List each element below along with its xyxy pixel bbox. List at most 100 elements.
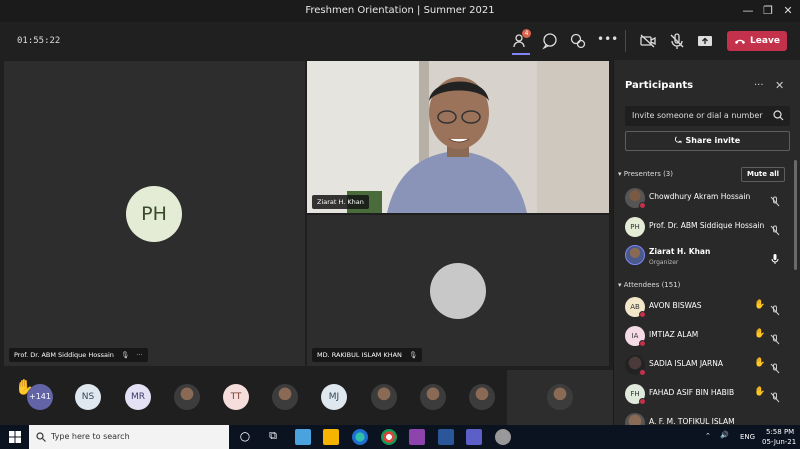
strip-avatar-photo[interactable] [174, 384, 200, 410]
participant-avatar [625, 245, 645, 265]
volume-icon[interactable]: 🔊 [720, 431, 729, 439]
meeting-toolbar: 01:55:22 4 ••• Leave [0, 22, 800, 60]
participants-button[interactable]: 4 [512, 29, 531, 50]
participant-row[interactable]: FH FAHAD ASIF BIN HABIB ✋ [614, 381, 800, 407]
attendees-header[interactable]: ▾ Attendees (151) [618, 281, 680, 289]
participant-tile[interactable]: PH Prof. Dr. ABM Siddique Hossain 🎙 ··· [4, 61, 305, 366]
mic-off-icon [770, 192, 780, 211]
strip-avatar-photo[interactable] [420, 384, 446, 410]
word-app-icon[interactable] [438, 429, 454, 445]
attendees-header-label: Attendees (151) [623, 281, 681, 289]
tile-name-label: Ziarat H. Khan [312, 195, 369, 209]
share-screen-button[interactable] [696, 32, 714, 50]
share-invite-label: Share invite [685, 136, 741, 145]
search-icon [36, 432, 46, 442]
strip-avatar-photo[interactable] [469, 384, 495, 410]
self-avatar-photo[interactable] [547, 384, 573, 410]
status-dot [639, 369, 646, 376]
participant-row[interactable]: SADIA ISLAM JARNA ✋ [614, 352, 800, 378]
avatar: PH [126, 186, 182, 242]
status-dot [639, 340, 646, 347]
clock-time[interactable]: 5:58 PM [766, 428, 794, 436]
invite-search-input[interactable]: Invite someone or dial a number [625, 106, 790, 126]
participant-avatar [625, 413, 645, 425]
network-icon[interactable]: ⌃ [705, 432, 711, 440]
participant-name: Chowdhury Akram Hossain [649, 192, 751, 201]
share-icon: ⤿ [674, 136, 682, 145]
chrome-browser-icon[interactable] [381, 429, 397, 445]
mic-off-icon [770, 301, 780, 320]
chat-button[interactable] [541, 32, 559, 50]
teams-app-icon[interactable] [466, 429, 482, 445]
participant-name: Ziarat H. Khan [649, 247, 711, 256]
taskbar-search-input[interactable]: Type here to search [29, 425, 229, 449]
app-icon[interactable] [495, 429, 511, 445]
invite-search-placeholder: Invite someone or dial a number [632, 111, 763, 120]
cortana-icon[interactable]: ○ [237, 429, 253, 445]
presenters-header[interactable]: ▾ Presenters (3) [618, 170, 673, 178]
participant-row[interactable]: PH Prof. Dr. ABM Siddique Hossain [614, 214, 800, 240]
tile-name: Prof. Dr. ABM Siddique Hossain [14, 351, 114, 359]
mute-all-button[interactable]: Mute all [741, 167, 785, 182]
strip-avatar[interactable]: TT [223, 384, 249, 410]
share-invite-button[interactable]: ⤿ Share invite [625, 131, 790, 151]
clock-date[interactable]: 05-Jun-21 [762, 438, 796, 446]
panel-scrollbar[interactable] [794, 160, 797, 270]
window-title: Freshmen Orientation | Summer 2021 [305, 5, 495, 16]
meeting-timer: 01:55:22 [17, 36, 61, 46]
raised-hand-icon: ✋ [754, 329, 766, 339]
camera-toggle-button[interactable] [639, 32, 657, 50]
mic-off-icon: 🎙 [120, 351, 130, 359]
close-icon[interactable]: ✕ [775, 79, 784, 92]
participants-panel: Participants ··· ✕ Invite someone or dia… [613, 60, 800, 425]
status-dot [639, 398, 646, 405]
reactions-button[interactable] [569, 32, 587, 50]
close-button[interactable]: ✕ [776, 3, 800, 19]
participant-row[interactable]: AB AVON BISWAS ✋ [614, 294, 800, 320]
edge-browser-icon[interactable] [352, 429, 368, 445]
phone-hangup-icon [735, 39, 746, 44]
strip-avatar[interactable]: MJ [321, 384, 347, 410]
start-button[interactable] [7, 429, 23, 445]
participant-row[interactable]: IA IMTIAZ ALAM ✋ [614, 323, 800, 349]
strip-avatar-photo[interactable] [272, 384, 298, 410]
participant-tile[interactable]: MD. RAKIBUL ISLAM KHAN 🎙 [307, 215, 609, 366]
strip-avatar-photo[interactable] [371, 384, 397, 410]
search-icon [773, 110, 784, 121]
strip-avatar[interactable]: MR [125, 384, 151, 410]
video-feed [307, 61, 609, 213]
active-indicator [512, 53, 530, 55]
more-participants-button[interactable]: +141 [27, 384, 53, 410]
status-dot [639, 311, 646, 318]
windows-taskbar: Type here to search ○ ⧉ ⌃ 🔊 ENG 5:58 PM … [0, 425, 800, 449]
file-explorer-icon[interactable] [323, 429, 339, 445]
language-indicator[interactable]: ENG [740, 433, 755, 441]
tile-name: Ziarat H. Khan [317, 198, 364, 206]
mic-off-icon [770, 359, 780, 378]
leave-button[interactable]: Leave [727, 31, 787, 51]
app-icon[interactable] [409, 429, 425, 445]
task-view-icon[interactable]: ⧉ [265, 429, 281, 445]
more-actions-button[interactable]: ••• [597, 32, 618, 50]
participant-row[interactable]: Ziarat H. Khan Organizer [614, 242, 800, 272]
participant-avatar: PH [625, 217, 645, 237]
participant-name: Prof. Dr. ABM Siddique Hossain [649, 221, 765, 230]
window-titlebar: Freshmen Orientation | Summer 2021 — ❐ ✕ [0, 0, 800, 22]
mic-off-icon: 🎙 [409, 351, 418, 359]
taskbar-search-placeholder: Type here to search [51, 432, 130, 441]
panel-more-button[interactable]: ··· [754, 80, 764, 91]
mic-toggle-button[interactable] [668, 32, 686, 50]
participants-badge: 4 [522, 29, 531, 38]
participant-video[interactable]: Ziarat H. Khan [307, 61, 609, 213]
strip-avatar[interactable]: NS [75, 384, 101, 410]
more-options-icon[interactable]: ··· [136, 348, 142, 362]
participant-role: Organizer [649, 259, 679, 266]
tile-name-label: MD. RAKIBUL ISLAM KHAN 🎙 [312, 348, 423, 362]
mic-off-icon [770, 330, 780, 349]
tile-name: MD. RAKIBUL ISLAM KHAN [317, 351, 402, 359]
participant-row[interactable]: A. F. M. TOFIKUL ISLAM [614, 410, 800, 425]
reactions-icon [570, 33, 586, 49]
participant-row[interactable]: Chowdhury Akram Hossain [614, 185, 800, 211]
mail-app-icon[interactable] [295, 429, 311, 445]
panel-title: Participants [625, 80, 694, 91]
